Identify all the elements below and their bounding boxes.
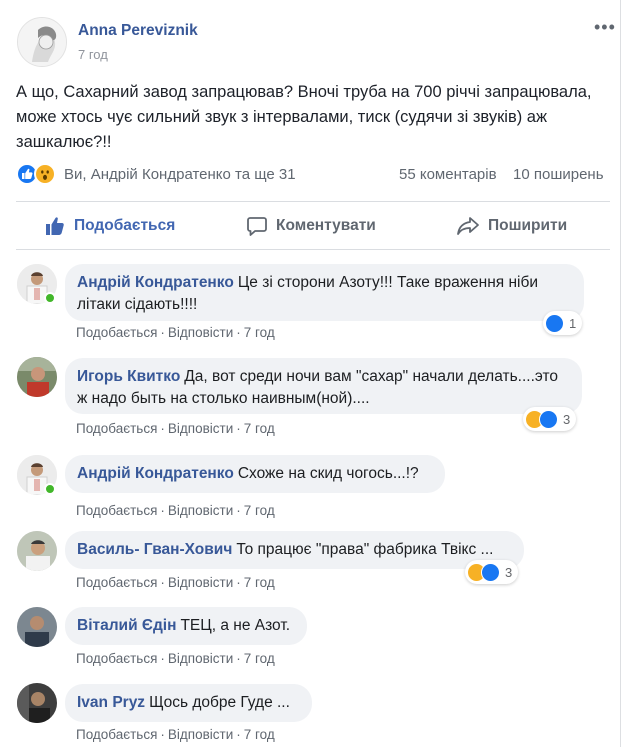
comment-author[interactable]: Ivan Pryz [77,694,145,711]
divider [16,201,610,202]
comment-button-label: Коментувати [276,217,376,234]
comment-bubble: Игорь Квитко Да, вот среди ночи вам "саха… [65,358,582,414]
comment-author[interactable]: Віталий Єдін [77,617,176,634]
post-text: А що, Сахарний завод запрацював? Вночі т… [16,83,592,151]
comment-bubble: Андрій Кондратенко Схоже на скид чогось..… [65,455,445,493]
comment-time[interactable]: 7 год [244,325,275,340]
author-avatar[interactable] [17,17,67,67]
comment-text: ТЕЦ, а не Азот. [180,617,291,634]
like-icon [481,562,500,582]
reaction-count: 1 [569,315,577,331]
comment-author[interactable]: Андрій Кондратенко [77,465,234,482]
facebook-post: Anna Pereviznik 7 год ••• А що, Сахарний… [0,0,621,747]
comment-text: Щось добре Гуде ... [149,694,290,711]
comment-reactions[interactable]: 3 [465,560,519,584]
thumbs-up-icon [46,217,64,235]
like-button[interactable]: Подобається [44,210,175,242]
comment-author[interactable]: Андрій Кондратенко [77,274,234,291]
share-arrow-icon [457,217,479,235]
post-author-name[interactable]: Anna Pereviznik [78,22,198,40]
comment-time[interactable]: 7 год [244,651,275,666]
comment-bubble: Андрій Кондратенко Це зі сторони Азоту!!!… [65,264,584,321]
comment-bubble: Віталий Єдін ТЕЦ, а не Азот. [65,607,307,645]
comment-meta: Подобається · Відповісти · 7 год [76,421,275,436]
comment-reply-link[interactable]: Відповісти [168,727,233,742]
comments-count[interactable]: 55 коментарів [399,166,497,183]
comment-text: Схоже на скид чогось...!? [237,465,419,482]
share-button[interactable]: Поширити [456,210,567,242]
comment-meta: Подобається · Відповісти · 7 год [76,575,275,590]
share-button-label: Поширити [488,217,568,234]
comment-reply-link[interactable]: Відповісти [168,503,233,518]
comment-like-link[interactable]: Подобається [76,727,157,742]
comment-author[interactable]: Игорь Квитко [77,368,180,385]
reaction-count: 3 [563,411,571,427]
avatar[interactable] [17,607,57,647]
wow-icon[interactable] [34,163,56,185]
comment-bubble: Ivan Pryz Щось добре Гуде ... [65,684,312,722]
comment-meta: Подобається · Відповісти · 7 год [76,651,275,666]
like-button-label: Подобається [74,217,176,234]
post-timestamp[interactable]: 7 год [78,47,108,62]
avatar[interactable] [17,357,57,397]
comment-meta: Подобається · Відповісти · 7 год [76,727,275,742]
comment-reactions[interactable]: 1 [543,311,583,335]
comment-text: То працює "права" фабрика Твікс ... [236,541,494,558]
comment-reply-link[interactable]: Відповісти [168,651,233,666]
reactors-names[interactable]: Ви, Андрій Кондратенко та ще 31 [64,166,296,183]
comment-like-link[interactable]: Подобається [76,651,157,666]
comment-meta: Подобається · Відповісти · 7 год [76,503,275,518]
comment-button[interactable]: Коментувати [246,210,376,242]
like-icon [539,409,558,429]
comment-author[interactable]: Василь- Гван-Хович [77,541,232,558]
comment-bubble-icon [247,217,267,236]
comment-reply-link[interactable]: Відповісти [168,575,233,590]
three-dots-icon[interactable]: ••• [594,17,616,38]
comment-like-link[interactable]: Подобається [76,503,157,518]
reactions-summary: Ви, Андрій Кондратенко та ще 31 55 комен… [16,162,611,188]
comment-meta: Подобається · Відповісти · 7 год [76,325,275,340]
comment-like-link[interactable]: Подобається [76,575,157,590]
comment-time[interactable]: 7 год [244,421,275,436]
comment-reply-link[interactable]: Відповісти [168,325,233,340]
comment-reply-link[interactable]: Відповісти [168,421,233,436]
comment-bubble: Василь- Гван-Хович То працює "права" фабр… [65,531,524,569]
shares-count[interactable]: 10 поширень [513,166,604,183]
online-status-dot [44,483,56,495]
comment-like-link[interactable]: Подобається [76,421,157,436]
avatar[interactable] [17,683,57,723]
like-icon [545,313,564,333]
comment-time[interactable]: 7 год [244,503,275,518]
divider [16,249,610,250]
comment-like-link[interactable]: Подобається [76,325,157,340]
comment-time[interactable]: 7 год [244,575,275,590]
reaction-count: 3 [505,564,513,580]
comment-time[interactable]: 7 год [244,727,275,742]
avatar[interactable] [17,531,57,571]
online-status-dot [44,292,56,304]
comment-reactions[interactable]: 3 [523,407,577,431]
